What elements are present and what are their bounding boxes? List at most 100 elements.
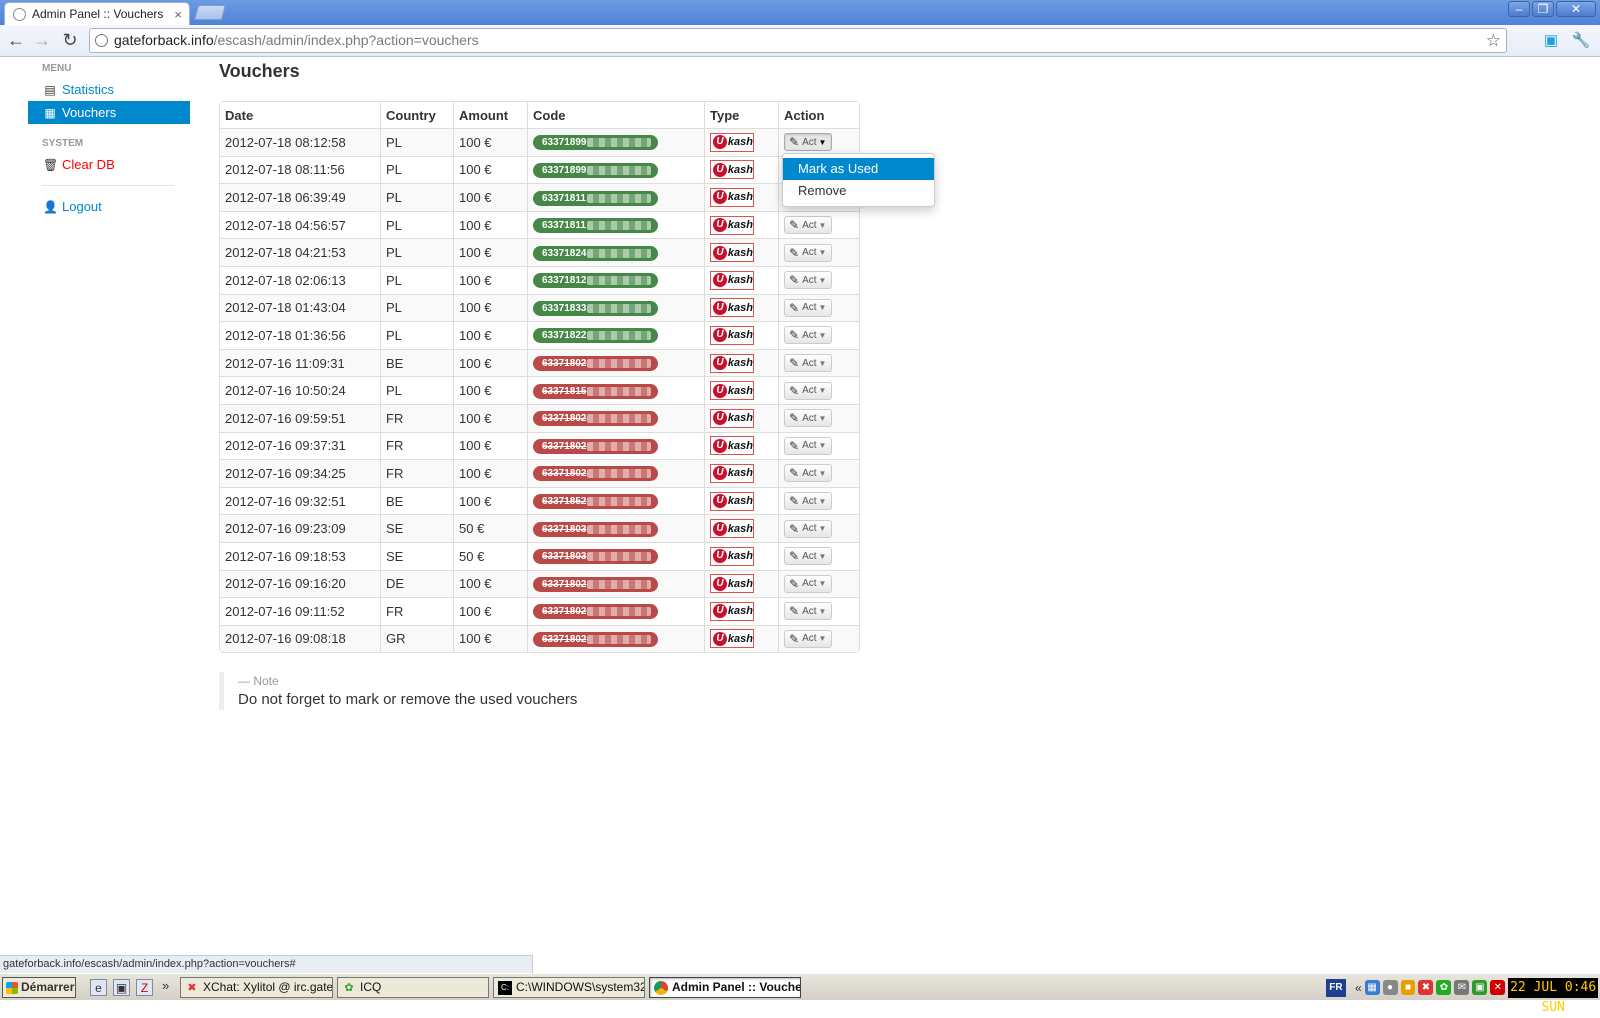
- remove-menu-item[interactable]: Remove: [783, 180, 934, 202]
- taskbar-item-xchat[interactable]: ✖ XChat: Xylitol @ irc.gate...: [180, 977, 333, 998]
- users-tray-icon[interactable]: ●: [1382, 980, 1398, 995]
- table-row: 2012-07-18 01:36:56 PL 100 € 63371822 Ukash ✎…: [220, 321, 859, 349]
- voucher-code: 63371822: [542, 330, 587, 342]
- tray-expand-button[interactable]: «: [1355, 981, 1362, 995]
- address-bar[interactable]: gateforback.info/escash/admin/index.php?…: [89, 28, 1507, 53]
- action-dropdown-button[interactable]: ✎Act▼: [784, 574, 832, 593]
- ukash-text: kash: [727, 605, 753, 618]
- cell-action: ✎Act▼: [778, 431, 859, 460]
- ukash-u-icon: U: [713, 631, 727, 646]
- sidebar-item-statistics[interactable]: ▤ Statistics: [28, 78, 190, 101]
- action-label: Act: [802, 467, 817, 479]
- xchat-tray-icon[interactable]: ✖: [1418, 980, 1434, 995]
- redacted-code-mask: [587, 221, 651, 231]
- action-dropdown-button[interactable]: ✎Act▼: [784, 436, 832, 455]
- back-arrow-icon: ←: [7, 30, 25, 50]
- pencil-icon: ✎: [789, 245, 800, 260]
- caret-down-icon: ▼: [818, 606, 827, 616]
- alert-tray-icon[interactable]: ✕: [1490, 980, 1506, 995]
- action-label: Act: [802, 440, 817, 452]
- voucher-code-badge: 63371802: [533, 356, 658, 372]
- column-header-country: Country: [380, 102, 453, 128]
- bookmark-star-icon[interactable]: ☆: [1486, 29, 1501, 52]
- forward-button[interactable]: →: [30, 29, 54, 53]
- cell-type: Ukash: [704, 210, 778, 239]
- language-indicator[interactable]: FR: [1326, 978, 1346, 997]
- filezilla-quicklaunch-icon[interactable]: Z: [136, 979, 153, 996]
- green-app-tray-icon[interactable]: ▣: [1472, 980, 1488, 995]
- voucher-code-badge: 63371802: [533, 576, 658, 592]
- ukash-text: kash: [727, 163, 753, 176]
- table-row: 2012-07-16 11:09:31 BE 100 € 63371802 Ukash ✎…: [220, 348, 859, 377]
- cell-country: PL: [380, 155, 453, 184]
- start-button[interactable]: Démarrer: [2, 977, 76, 998]
- minimize-button[interactable]: –: [1508, 1, 1530, 17]
- voucher-code-badge: 63371811: [533, 218, 658, 234]
- reload-button[interactable]: ↻: [58, 29, 82, 53]
- action-dropdown-button[interactable]: ✎Act▼: [784, 409, 832, 428]
- action-dropdown-button[interactable]: ✎Act▼: [784, 243, 832, 262]
- table-row: 2012-07-18 02:06:13 PL 100 € 63371812 Ukash ✎…: [220, 265, 859, 294]
- sidebar-item-logout[interactable]: 👤 Logout: [28, 195, 190, 218]
- action-dropdown-button[interactable]: ✎Act▼: [784, 492, 832, 511]
- cell-country: PL: [380, 265, 453, 294]
- action-dropdown-button[interactable]: ✎Act▼: [784, 133, 832, 152]
- table-row: 2012-07-16 10:50:24 PL 100 € 63371815 Ukash ✎…: [220, 376, 859, 404]
- taskbar-item-icq[interactable]: ✿ ICQ: [337, 977, 489, 998]
- desktop-quicklaunch-icon[interactable]: ▣: [113, 979, 130, 996]
- cell-date: 2012-07-18 08:12:58: [220, 128, 380, 156]
- quicklaunch-more-button[interactable]: »: [162, 978, 169, 993]
- restore-button[interactable]: ❐: [1532, 1, 1554, 17]
- ukash-logo: Ukash: [710, 408, 754, 428]
- back-button[interactable]: ←: [4, 29, 28, 53]
- wrench-menu-icon[interactable]: 🔧: [1571, 31, 1591, 51]
- ukash-logo: Ukash: [710, 187, 754, 207]
- action-dropdown-button[interactable]: ✎Act▼: [784, 326, 832, 345]
- ie-quicklaunch-icon[interactable]: e: [90, 979, 107, 996]
- list-icon: ▤: [44, 82, 56, 97]
- cell-country: FR: [380, 459, 453, 487]
- chat-tray-icon[interactable]: ✉: [1454, 980, 1470, 995]
- cell-amount: 100 €: [453, 624, 527, 653]
- ukash-logo: Ukash: [710, 243, 754, 263]
- action-dropdown-button[interactable]: ✎Act▼: [784, 519, 832, 538]
- action-dropdown-button[interactable]: ✎Act▼: [784, 629, 832, 648]
- cell-amount: 50 €: [453, 514, 527, 542]
- sidebar-item-vouchers[interactable]: ▦ Vouchers: [28, 101, 190, 124]
- action-dropdown-button[interactable]: ✎Act▼: [784, 354, 832, 373]
- voucher-code-badge: 63371803: [533, 549, 658, 565]
- caret-down-icon: ▼: [818, 275, 827, 285]
- browser-tab-active[interactable]: Admin Panel :: Vouchers ×: [4, 2, 190, 25]
- cell-country: FR: [380, 403, 453, 432]
- ukash-u-icon: U: [713, 190, 727, 205]
- new-tab-button[interactable]: [193, 5, 227, 20]
- icq-tray-icon[interactable]: ✿: [1436, 980, 1452, 995]
- caret-down-icon: ▼: [818, 634, 827, 644]
- ukash-logo: Ukash: [710, 546, 754, 566]
- action-dropdown-button[interactable]: ✎Act▼: [784, 547, 832, 566]
- caret-down-icon: ▼: [818, 579, 827, 589]
- taskbar-item-chrome[interactable]: Admin Panel :: Vouche...: [649, 977, 801, 998]
- cell-action: ✎Act▼: [778, 459, 859, 487]
- network-tray-icon[interactable]: ▦: [1364, 980, 1380, 995]
- cell-amount: 100 €: [453, 183, 527, 211]
- close-window-button[interactable]: ✕: [1556, 1, 1596, 17]
- action-dropdown-button[interactable]: ✎Act▼: [784, 602, 832, 621]
- voucher-code: 63371803: [542, 523, 587, 535]
- taskbar-item-cmd[interactable]: C: C:\WINDOWS\system32...: [493, 977, 645, 998]
- skype-extension-icon[interactable]: ▣: [1541, 31, 1561, 51]
- action-label: Act: [802, 523, 817, 535]
- action-dropdown-menu: Mark as Used Remove: [782, 153, 935, 207]
- tab-close-icon[interactable]: ×: [171, 7, 185, 22]
- cell-code: 63371812: [527, 265, 704, 294]
- action-dropdown-button[interactable]: ✎Act▼: [784, 271, 832, 290]
- start-label: Démarrer: [21, 980, 75, 994]
- lock-tray-icon[interactable]: ■: [1400, 980, 1416, 995]
- action-dropdown-button[interactable]: ✎Act▼: [784, 298, 832, 317]
- voucher-code: 63371899: [542, 137, 587, 149]
- action-dropdown-button[interactable]: ✎Act▼: [784, 381, 832, 400]
- mark-as-used-menu-item[interactable]: Mark as Used: [783, 158, 934, 180]
- action-dropdown-button[interactable]: ✎Act▼: [784, 464, 832, 483]
- sidebar-item-clear-db[interactable]: 🗑 Clear DB: [28, 153, 190, 176]
- action-dropdown-button[interactable]: ✎Act▼: [784, 216, 832, 235]
